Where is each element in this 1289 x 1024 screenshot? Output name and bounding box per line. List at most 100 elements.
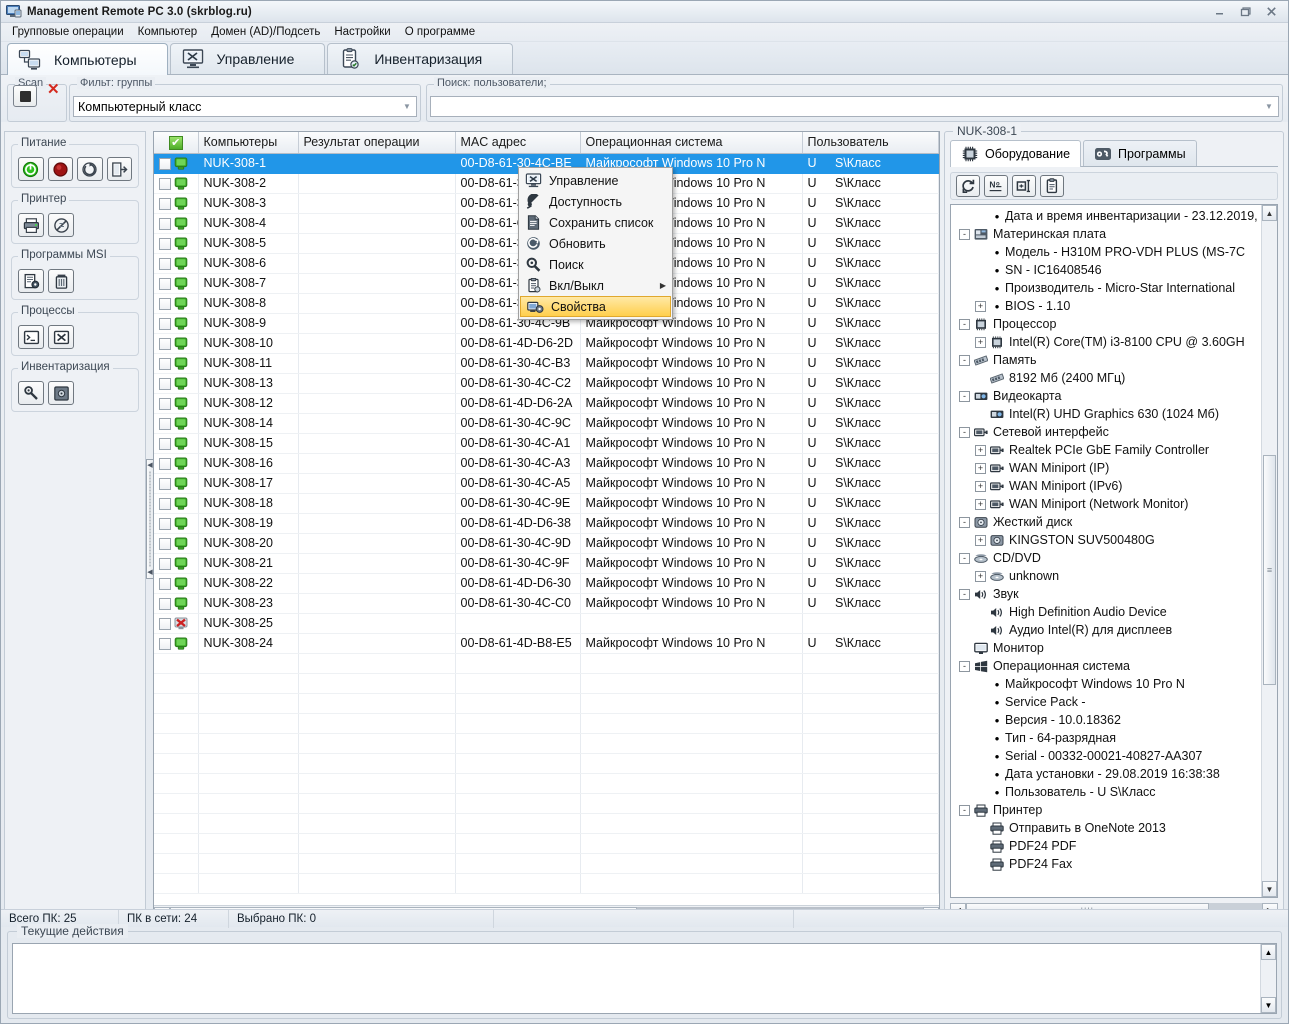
row-checkbox[interactable] (159, 457, 171, 470)
table-row[interactable]: NUK-308-15 00-D8-61-30-4C-A1 Майкрософт Wi… (154, 433, 939, 454)
row-checkbox[interactable] (159, 217, 171, 230)
row-state-cell[interactable] (154, 473, 199, 494)
tree-expander-icon[interactable]: + (975, 462, 986, 474)
col-header-mac[interactable]: MAC адрес (455, 132, 581, 154)
tree-expander-icon[interactable]: - (959, 660, 970, 672)
copy-clipboard-button[interactable] (1040, 175, 1064, 197)
tree-node[interactable]: + WAN Miniport (Network Monitor) (951, 495, 1261, 513)
row-state-cell[interactable] (154, 453, 199, 474)
tree-node[interactable]: • Serial - 00332-00021-40827-AA307 (951, 747, 1261, 765)
row-state-cell[interactable] (154, 213, 199, 234)
tree-node[interactable]: • Майкрософт Windows 10 Pro N (951, 675, 1261, 693)
tree-node[interactable]: • Модель - H310M PRO-VDH PLUS (MS-7C (951, 243, 1261, 261)
tree-expander-icon[interactable]: - (959, 354, 970, 366)
tree-node[interactable]: • Тип - 64-разрядная (951, 729, 1261, 747)
tree-scroll-down-button[interactable]: ▼ (1262, 881, 1277, 897)
row-checkbox[interactable] (159, 237, 171, 250)
tree-expander-icon[interactable]: - (959, 516, 970, 528)
tree-scroll-thumb[interactable]: ≡ (1263, 455, 1276, 685)
row-state-cell[interactable] (154, 353, 199, 374)
col-header-computers[interactable]: Компьютеры (198, 132, 299, 154)
table-row[interactable]: NUK-308-18 00-D8-61-30-4C-9E Майкрософт Wi… (154, 493, 939, 514)
tree-node[interactable]: Монитор (951, 639, 1261, 657)
row-state-cell[interactable] (154, 373, 199, 394)
tree-node[interactable]: - Сетевой интерфейс (951, 423, 1261, 441)
table-row[interactable]: NUK-308-22 00-D8-61-4D-D6-30 Майкрософт Wi… (154, 573, 939, 594)
tree-node[interactable]: • Дата установки - 29.08.2019 16:38:38 (951, 765, 1261, 783)
row-checkbox[interactable] (159, 537, 171, 550)
tree-node[interactable]: Intel(R) UHD Graphics 630 (1024 Мб) (951, 405, 1261, 423)
table-row[interactable]: NUK-308-14 00-D8-61-30-4C-9C Майкрософт Wi… (154, 413, 939, 434)
row-state-cell[interactable] (154, 313, 199, 334)
tree-node[interactable]: • Пользователь - U S\Класс (951, 783, 1261, 801)
tree-node[interactable]: PDF24 Fax (951, 855, 1261, 873)
restart-button[interactable] (77, 157, 103, 181)
row-state-cell[interactable] (154, 633, 199, 654)
row-checkbox[interactable] (159, 517, 171, 530)
menu-item-computer[interactable]: Компьютер (131, 24, 205, 40)
menu-item-about[interactable]: О программе (398, 24, 482, 40)
tree-node[interactable]: • Версия - 10.0.18362 (951, 711, 1261, 729)
context-menu-item[interactable]: Поиск (519, 254, 672, 275)
row-checkbox[interactable] (159, 277, 171, 290)
tree-expander-icon[interactable]: - (959, 804, 970, 816)
row-checkbox[interactable] (159, 157, 171, 170)
row-checkbox[interactable] (159, 357, 171, 370)
row-state-cell[interactable] (154, 413, 199, 434)
log-scroll-up-button[interactable]: ▲ (1261, 944, 1276, 960)
tree-node[interactable]: • Производитель - Micro-Star Internationa… (951, 279, 1261, 297)
tree-node[interactable]: - Операционная система (951, 657, 1261, 675)
table-row[interactable]: NUK-308-25 (154, 613, 939, 634)
table-row[interactable]: NUK-308-19 00-D8-61-4D-D6-38 Майкрософт Wi… (154, 513, 939, 534)
tree-node[interactable]: Аудио Intel(R) для дисплеев (951, 621, 1261, 639)
tree-node[interactable]: + WAN Miniport (IPv6) (951, 477, 1261, 495)
row-checkbox[interactable] (159, 437, 171, 450)
tree-node[interactable]: - CD/DVD (951, 549, 1261, 567)
row-state-cell[interactable] (154, 273, 199, 294)
col-header-user[interactable]: Пользователь (802, 132, 889, 154)
table-row[interactable]: NUK-308-21 00-D8-61-30-4C-9F Майкрософт Wi… (154, 553, 939, 574)
tree-node[interactable]: - Память (951, 351, 1261, 369)
select-all-header[interactable]: ✔ (154, 132, 199, 154)
hardware-tree[interactable]: • Дата и время инвентаризации - 23.12.201… (951, 207, 1261, 897)
search-user-combo[interactable]: ▼ (430, 96, 1279, 117)
msi-install-button[interactable] (18, 269, 44, 293)
col-header-operation-result[interactable]: Результат операции (298, 132, 456, 154)
current-actions-log[interactable]: ▲ ▼ (12, 943, 1277, 1014)
row-checkbox[interactable] (159, 197, 171, 210)
menu-item-settings[interactable]: Настройки (327, 24, 397, 40)
maximize-button[interactable] (1238, 5, 1252, 19)
msi-uninstall-button[interactable] (48, 269, 74, 293)
refresh-inventory-button[interactable] (956, 175, 980, 197)
tree-expander-icon[interactable]: - (959, 318, 970, 330)
tree-expander-icon[interactable]: - (959, 390, 970, 402)
row-state-cell[interactable] (154, 393, 199, 414)
tree-node[interactable]: + WAN Miniport (IP) (951, 459, 1261, 477)
row-state-cell[interactable] (154, 173, 199, 194)
tree-expander-icon[interactable]: + (975, 498, 986, 510)
row-checkbox[interactable] (159, 577, 171, 590)
tree-expander-icon[interactable]: + (975, 570, 986, 582)
row-checkbox[interactable] (159, 477, 171, 490)
rename-button[interactable] (1012, 175, 1036, 197)
tree-node[interactable]: 8192 Мб (2400 МГц) (951, 369, 1261, 387)
table-row[interactable]: NUK-308-10 00-D8-61-4D-D6-2D Майкрософт Wi… (154, 333, 939, 354)
tree-node[interactable]: - Процессор (951, 315, 1261, 333)
log-scroll-down-button[interactable]: ▼ (1261, 997, 1276, 1013)
log-vertical-scrollbar[interactable]: ▲ ▼ (1260, 944, 1276, 1013)
scan-cancel-icon[interactable]: ✕ (47, 82, 60, 97)
tree-vertical-scrollbar[interactable]: ▲ ≡ ▼ (1261, 205, 1277, 897)
tree-expander-icon[interactable]: + (975, 336, 986, 348)
close-button[interactable] (1264, 5, 1278, 19)
row-checkbox[interactable] (159, 637, 171, 650)
tree-expander-icon[interactable]: - (959, 552, 970, 564)
row-state-cell[interactable] (154, 593, 199, 614)
row-state-cell[interactable] (154, 153, 199, 174)
row-checkbox[interactable] (159, 397, 171, 410)
row-state-cell[interactable] (154, 193, 199, 214)
tab-hardware[interactable]: Оборудование (950, 140, 1082, 167)
context-menu-item[interactable]: Сохранить список (519, 212, 672, 233)
tree-node[interactable]: + unknown (951, 567, 1261, 585)
row-state-cell[interactable] (154, 293, 199, 314)
printer-remove-button[interactable] (48, 213, 74, 237)
